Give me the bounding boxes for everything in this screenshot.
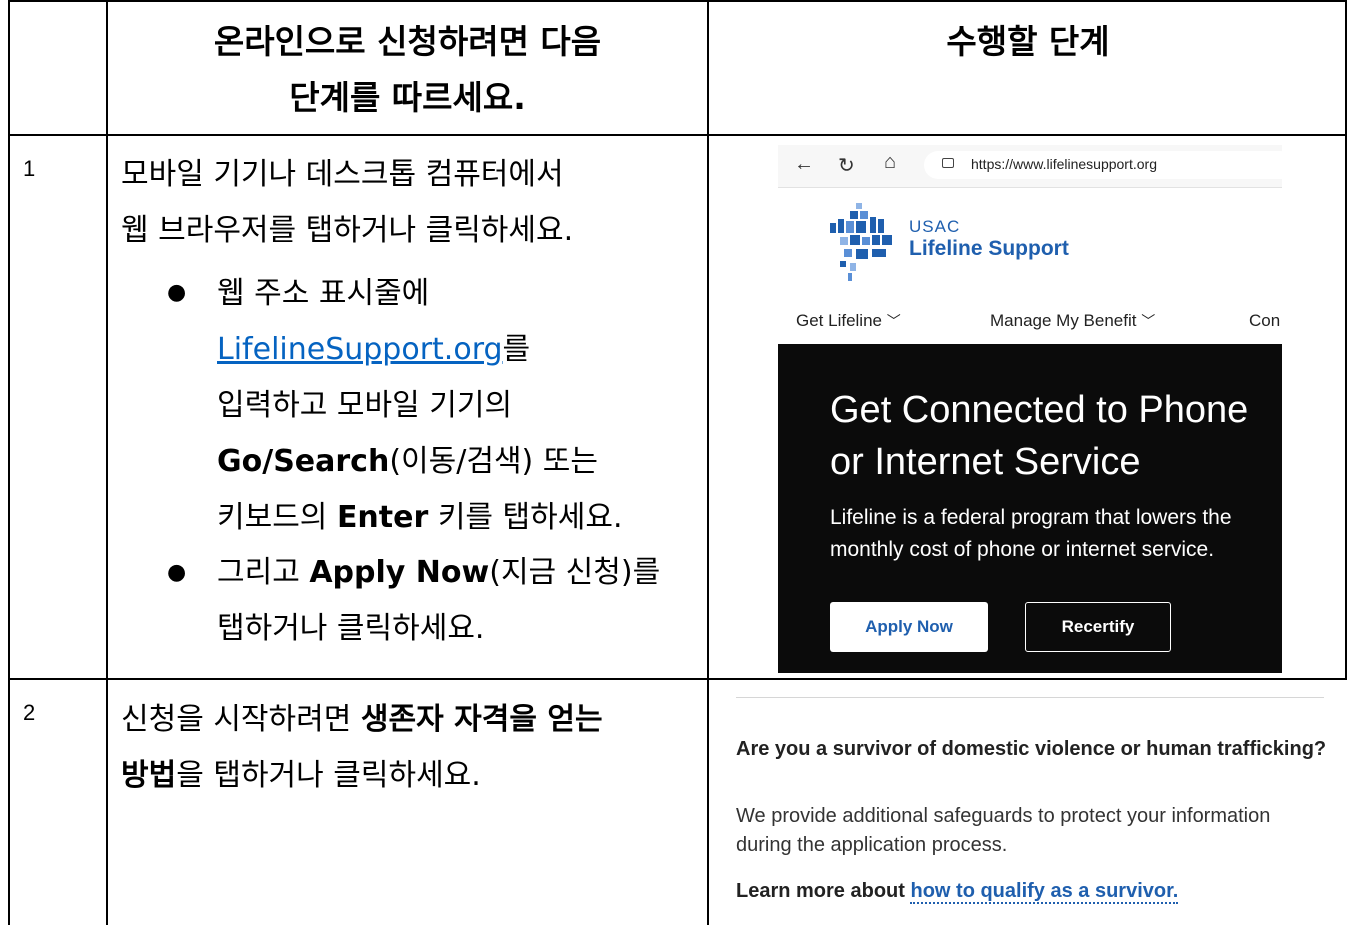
divider: [736, 697, 1324, 698]
table-border-left: [8, 0, 10, 925]
bullet1-line5: 키보드의 Enter 키를 탭하세요.: [217, 490, 623, 545]
qualify-survivor-link[interactable]: how to qualify as a survivor.: [910, 880, 1179, 904]
apply-now-button[interactable]: Apply Now: [830, 602, 988, 652]
bullet-dot-2: ●: [167, 560, 187, 585]
home-icon[interactable]: ⌂: [884, 151, 896, 174]
row1-line1: 모바일 기기나 데스크톱 컴퓨터에서: [121, 157, 564, 192]
lifeline-support-link[interactable]: LifelineSupport.org: [217, 332, 503, 367]
url-text: https://www.lifelinesupport.org: [971, 156, 1157, 172]
chevron-down-icon: ﹀: [886, 313, 901, 329]
bullet2-line1: 그리고 Apply Now(지금 신청)를: [217, 545, 660, 600]
bullet1-after-link: 를: [502, 332, 531, 367]
hero-subtitle: Lifeline is a federal program that lower…: [830, 506, 1232, 561]
go-search-bold: Go/Search: [217, 444, 390, 479]
bullet2-line2: 탭하거나 클릭하세요.: [217, 611, 485, 646]
enter-bold: Enter: [336, 500, 429, 535]
row1-number: 1: [23, 156, 36, 181]
hero-title: Get Connected to Phone or Internet Servi…: [830, 389, 1249, 483]
survivor-description: We provide additional safeguards to prot…: [736, 805, 1271, 856]
row2-line1-bold: 생존자 자격을 얻는: [360, 702, 603, 737]
recertify-button[interactable]: Recertify: [1025, 602, 1171, 652]
chevron-down-icon: ﹀: [1141, 313, 1156, 329]
menu-get-lifeline[interactable]: Get Lifeline ﹀: [796, 311, 901, 331]
header-col2-line1: 온라인으로 신청하려면 다음: [213, 22, 602, 61]
bullet-dot-1: ●: [167, 280, 187, 305]
row1-line2: 웹 브라우저를 탭하거나 클릭하세요.: [121, 213, 574, 248]
menu-contact[interactable]: Con: [1249, 311, 1280, 331]
header-col2-line2: 단계를 따르세요.: [289, 78, 526, 117]
back-arrow-icon[interactable]: ←: [794, 153, 814, 176]
learn-more-prefix: Learn more about: [736, 880, 911, 902]
row2-line1: 신청을 시작하려면 생존자 자격을 얻는: [121, 692, 603, 747]
enter-prefix: 키보드의: [217, 500, 337, 535]
bullet1-line3: 입력하고 모바일 기기의: [217, 388, 513, 423]
bullet1-line2: LifelineSupport.org를: [217, 322, 530, 377]
row2-line2: 방법을 탭하거나 클릭하세요.: [121, 748, 481, 803]
apply-prefix: 그리고: [217, 555, 310, 590]
refresh-icon[interactable]: ↻: [838, 153, 855, 178]
lifeline-support-label: Lifeline Support: [909, 237, 1069, 260]
header-col2: 온라인으로 신청하려면 다음 단계를 따르세요.: [110, 14, 705, 125]
go-search-suffix: (이동/검색) 또는: [389, 444, 598, 479]
table-border-top: [8, 0, 1347, 2]
apply-now-bold: Apply Now: [309, 555, 490, 590]
apply-suffix: (지금 신청)를: [489, 555, 661, 590]
usac-label: USAC: [909, 217, 961, 236]
survivor-info-screenshot: Are you a survivor of domestic violence …: [712, 680, 1348, 925]
table-divider-col1: [106, 0, 108, 925]
url-field[interactable]: https://www.lifelinesupport.org: [924, 151, 1282, 179]
table-divider-col2: [707, 0, 709, 925]
learn-more-line: Learn more about how to qualify as a sur…: [736, 880, 1179, 904]
header-col3: 수행할 단계: [946, 22, 1110, 61]
menu-manage-benefit[interactable]: Manage My Benefit ﹀: [990, 311, 1155, 331]
bullet1-line1: 웹 주소 표시줄에: [217, 276, 430, 311]
survivor-question: Are you a survivor of domestic violence …: [736, 738, 1327, 760]
browser-address-bar: ← ↻ ⌂ https://www.lifelinesupport.org: [778, 145, 1282, 188]
row2-line2-bold: 방법: [121, 758, 177, 793]
table-border-right: [1345, 0, 1347, 680]
document-page: 온라인으로 신청하려면 다음 단계를 따르세요. 수행할 단계 1 모바일 기기…: [0, 0, 1354, 925]
menu-get-lifeline-label: Get Lifeline: [796, 311, 882, 330]
bullet1-line4: Go/Search(이동/검색) 또는: [217, 434, 598, 489]
lock-icon: [942, 158, 954, 168]
usac-logo-icon: [830, 203, 892, 281]
hero-banner: Get Connected to Phone or Internet Servi…: [778, 344, 1282, 673]
table-divider-row-header: [8, 134, 1347, 136]
menu-manage-benefit-label: Manage My Benefit: [990, 311, 1137, 330]
row2-number: 2: [23, 700, 36, 725]
enter-suffix: 키를 탭하세요.: [428, 500, 623, 535]
lifeline-website-screenshot: ← ↻ ⌂ https://www.lifelinesupport.org US…: [778, 145, 1282, 673]
row2-line2-post: 을 탭하거나 클릭하세요.: [176, 758, 481, 793]
row2-line1-pre: 신청을 시작하려면: [121, 702, 361, 737]
